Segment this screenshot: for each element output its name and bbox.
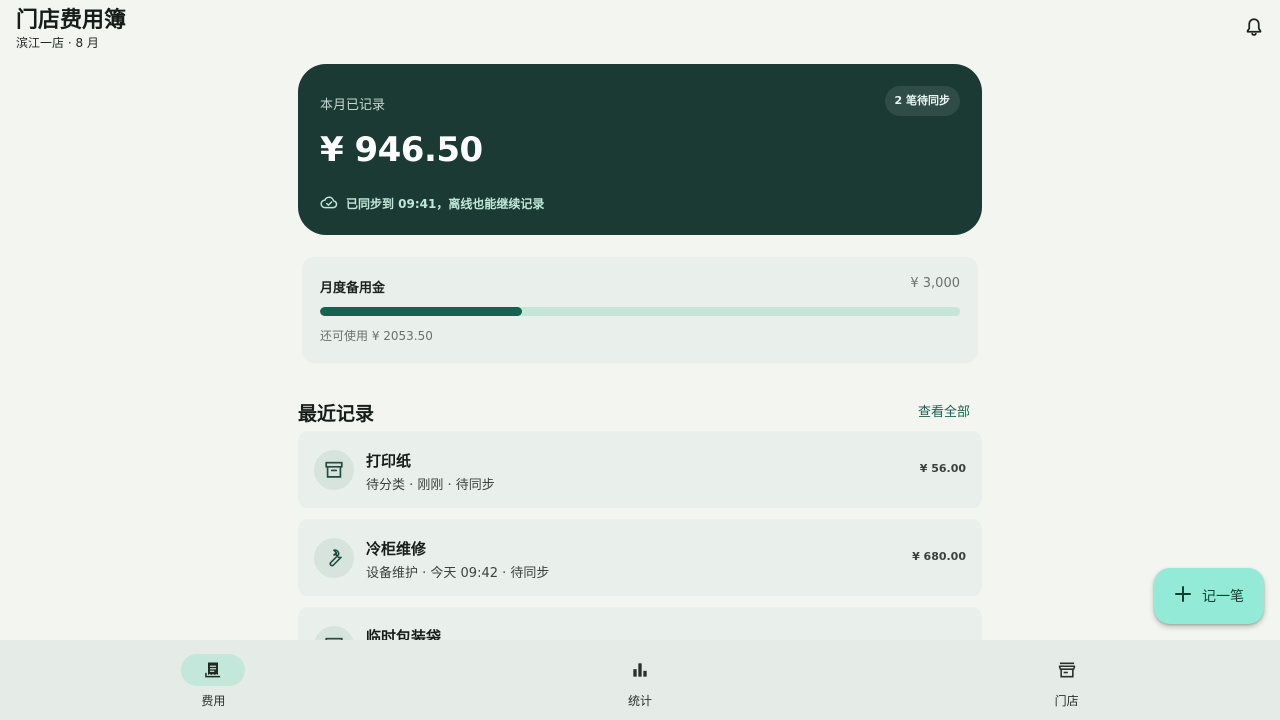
- view-all-link[interactable]: 查看全部: [918, 401, 970, 420]
- app-header: 门店费用簿 滨江一店 · 8 月: [16, 8, 126, 51]
- recent-records-title: 最近记录: [298, 403, 375, 425]
- record-amount: ¥ 56.00: [919, 462, 966, 475]
- petty-cash-total: ¥ 3,000: [910, 276, 960, 291]
- recent-records-header: 最近记录 查看全部: [298, 397, 982, 431]
- nav-item-stats[interactable]: 统计: [427, 640, 854, 720]
- wrench-icon: [314, 538, 354, 578]
- add-expense-label: 记一笔: [1202, 589, 1244, 605]
- petty-cash-card: 月度备用金 ¥ 3,000 还可使用 ¥ 2053.50: [302, 257, 978, 363]
- monthly-recorded-label: 本月已记录: [320, 98, 386, 113]
- receipt-icon: [181, 654, 246, 686]
- store-month-subtitle: 滨江一店 · 8 月: [16, 36, 99, 50]
- main-content: 本月已记录 2 笔待同步 ¥ 946.50 已同步到 09:41，离线也能继续记…: [298, 64, 982, 695]
- petty-cash-title: 月度备用金: [320, 281, 386, 296]
- list-item[interactable]: 冷柜维修 设备维护 · 今天 09:42 · 待同步 ¥ 680.00: [298, 519, 982, 596]
- record-name: 打印纸: [366, 452, 412, 470]
- monthly-total-amount: ¥ 946.50: [320, 130, 483, 170]
- plus-icon: [1174, 585, 1192, 607]
- nav-item-expenses[interactable]: 费用: [0, 640, 427, 720]
- pending-sync-badge[interactable]: 2 笔待同步: [884, 86, 960, 116]
- petty-cash-progress: [320, 307, 960, 316]
- petty-cash-remaining: 还可使用 ¥ 2053.50: [320, 329, 433, 343]
- petty-cash-progress-fill: [320, 307, 522, 316]
- record-name: 冷柜维修: [366, 540, 427, 558]
- archive-box-icon: [314, 450, 354, 490]
- monthly-summary-card: 本月已记录 2 笔待同步 ¥ 946.50 已同步到 09:41，离线也能继续记…: [298, 64, 982, 235]
- nav-label-expenses: 费用: [201, 694, 226, 708]
- list-item[interactable]: 打印纸 待分类 · 刚刚 · 待同步 ¥ 56.00: [298, 431, 982, 508]
- sync-status-text: 已同步到 09:41，离线也能继续记录: [346, 197, 545, 211]
- bell-icon[interactable]: [1243, 16, 1265, 38]
- record-meta: 设备维护 · 今天 09:42 · 待同步: [366, 566, 550, 581]
- bar-chart-icon: [608, 654, 672, 686]
- record-amount: ¥ 680.00: [912, 550, 966, 563]
- bottom-navigation: 费用 统计 门店: [0, 640, 1280, 720]
- cloud-done-icon: [320, 194, 338, 213]
- nav-label-stats: 统计: [628, 694, 653, 708]
- add-expense-button[interactable]: 记一笔: [1154, 568, 1264, 624]
- app-title: 门店费用簿: [16, 8, 127, 33]
- nav-label-store: 门店: [1054, 694, 1079, 708]
- sync-status: 已同步到 09:41，离线也能继续记录: [320, 194, 544, 213]
- record-meta: 待分类 · 刚刚 · 待同步: [366, 478, 495, 493]
- nav-item-store[interactable]: 门店: [853, 640, 1280, 720]
- store-icon: [1035, 654, 1099, 686]
- app-root: 门店费用簿 滨江一店 · 8 月 本月已记录 2 笔待同步 ¥ 946.50 已…: [0, 0, 1280, 720]
